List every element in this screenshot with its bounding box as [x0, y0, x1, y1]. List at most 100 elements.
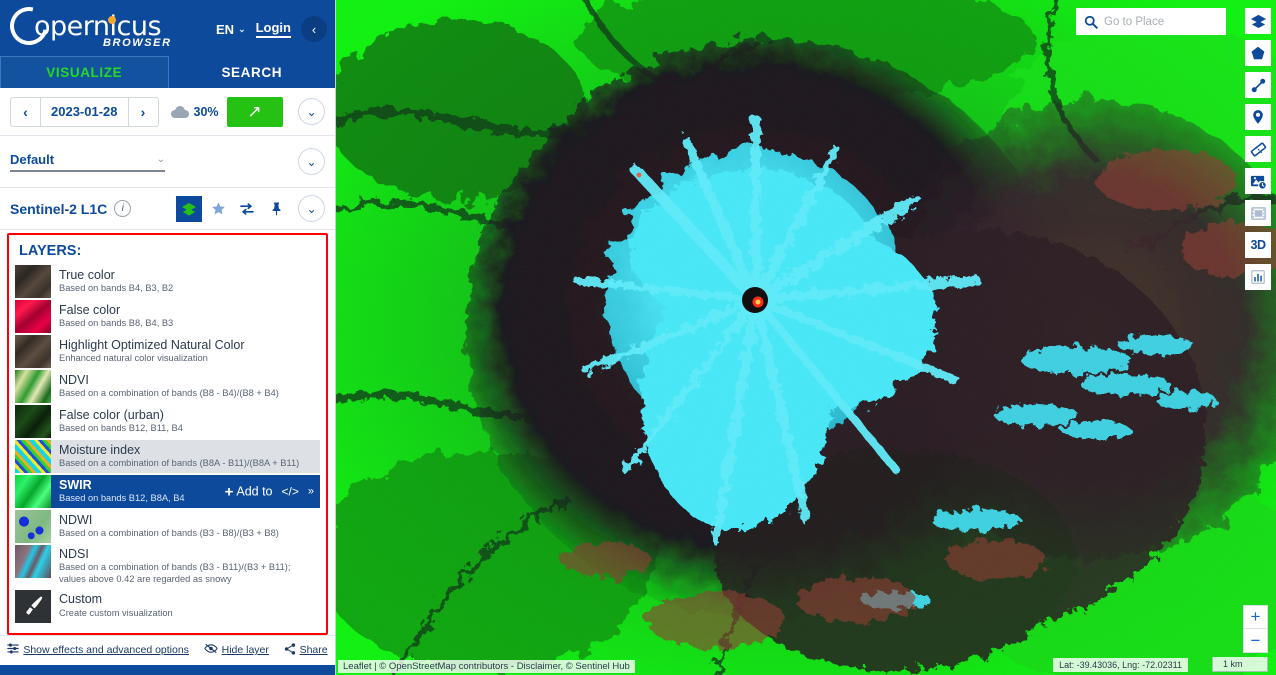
layer-description: Based on bands B4, B3, B2 — [59, 283, 174, 294]
logo-dot-icon — [108, 16, 116, 24]
layer-thumbnail — [15, 589, 51, 623]
language-selector[interactable]: EN ⌄ — [216, 22, 246, 37]
datasource-expand-button[interactable]: ⌄ — [298, 195, 325, 222]
copernicus-logo: opernicus BROWSER — [2, 0, 190, 53]
date-picker[interactable]: ‹ 2023-01-28 › — [10, 96, 159, 127]
layer-description: Enhanced natural color visualization — [59, 353, 208, 364]
tab-search[interactable]: SEARCH — [169, 56, 336, 88]
cloud-coverage[interactable]: 30% — [170, 104, 219, 119]
place-search[interactable] — [1076, 8, 1258, 35]
layer-name: True color — [59, 267, 115, 282]
compare-icon[interactable] — [234, 195, 260, 222]
zoom-out-button[interactable]: − — [1244, 629, 1267, 652]
sidebar-footer: opernicus Europe's eyes on Earth e esa A… — [0, 664, 335, 675]
previous-date-button[interactable]: ‹ — [11, 97, 41, 126]
image-download-icon[interactable] — [1245, 168, 1271, 194]
layer-thumbnail — [15, 265, 51, 298]
eye-off-icon — [203, 643, 218, 657]
hide-layer-link[interactable]: Hide layer — [203, 643, 269, 657]
double-chevron-down-icon[interactable]: » — [308, 486, 314, 498]
share-label: Share — [299, 644, 328, 657]
measure-line-icon[interactable] — [1245, 72, 1271, 98]
layer-description: Based on a combination of bands (B8 - B4… — [59, 388, 279, 399]
header-actions: EN ⌄ Login ‹ — [216, 16, 327, 42]
layer-description: Based on a combination of bands (B8A - B… — [59, 458, 300, 469]
list-item[interactable]: SWIR Based on bands B12, B8A, B4 + Add t… — [15, 475, 320, 508]
map-scale-bar: 1 km — [1212, 657, 1268, 672]
info-icon[interactable]: i — [114, 200, 132, 217]
map-viewport[interactable]: 3D + − Leaflet | © OpenStreetMap contrib… — [336, 0, 1276, 675]
layer-thumbnail — [15, 440, 51, 473]
next-date-button[interactable]: › — [127, 97, 158, 126]
login-button[interactable]: Login — [255, 20, 291, 38]
show-effects-link[interactable]: Show effects and advanced options — [7, 643, 189, 657]
theme-selected-value: Default — [10, 151, 55, 167]
layer-name: NDWI — [59, 512, 93, 527]
chevron-down-icon: ⌄ — [238, 23, 246, 34]
layer-thumbnail — [15, 545, 51, 578]
copernicus-browser-app: opernicus BROWSER EN ⌄ Login ‹ VISUALIZE… — [0, 0, 1276, 675]
layer-description: Based on bands B12, B11, B4 — [59, 423, 183, 434]
theme-row-expand-button[interactable]: ⌄ — [298, 148, 325, 175]
pin-icon[interactable] — [263, 195, 289, 222]
map-tools-toolbar: 3D — [1245, 8, 1271, 290]
layer-thumbnail — [15, 405, 51, 438]
list-item[interactable]: Highlight Optimized Natural Color Enhanc… — [15, 335, 320, 368]
add-to-label: Add to — [236, 484, 273, 499]
cursor-coordinates: Lat: -39.43036, Lng: -72.02311 — [1053, 658, 1188, 672]
theme-select[interactable]: Default ⌄ — [10, 152, 165, 172]
tab-visualize[interactable]: VISUALIZE — [0, 56, 169, 88]
collapse-sidebar-button[interactable]: ‹ — [301, 16, 327, 42]
marker-pin-icon[interactable] — [1245, 104, 1271, 130]
list-item[interactable]: Moisture index Based on a combination of… — [15, 440, 320, 473]
hide-layer-label: Hide layer — [221, 644, 269, 657]
list-item[interactable]: True color Based on bands B4, B3, B2 — [15, 265, 320, 298]
layer-name: Moisture index — [59, 442, 141, 457]
layer-name: Custom — [59, 592, 103, 607]
list-item[interactable]: NDVI Based on a combination of bands (B8… — [15, 370, 320, 403]
current-date-value[interactable]: 2023-01-28 — [41, 104, 128, 119]
list-item[interactable]: False color Based on bands B8, B4, B3 — [15, 300, 320, 333]
search-input[interactable] — [1104, 15, 1258, 28]
sidebar-action-links: Show effects and advanced options Hide l… — [0, 634, 335, 665]
show-effects-label: Show effects and advanced options — [23, 644, 189, 657]
layer-name: Highlight Optimized Natural Color — [59, 337, 245, 352]
datasource-row: Sentinel-2 L1C i ⌄ — [0, 188, 335, 230]
add-to-button[interactable]: + Add to — [225, 483, 273, 500]
open-in-new-button[interactable]: ↗ — [226, 96, 283, 127]
timelapse-icon[interactable] — [1245, 200, 1271, 226]
plus-icon: + — [224, 483, 234, 500]
share-link[interactable]: Share — [284, 643, 328, 658]
arrow-up-right-icon: ↗ — [247, 102, 262, 121]
sidebar-header: opernicus BROWSER EN ⌄ Login ‹ VISUALIZE… — [0, 0, 335, 88]
list-item[interactable]: Custom Create custom visualization — [15, 589, 320, 623]
layer-description: Based on a combination of bands (B3 - B8… — [59, 528, 279, 539]
layer-description: Create custom visualization — [59, 607, 173, 618]
list-item[interactable]: NDSI Based on a combination of bands (B3… — [15, 545, 320, 588]
star-icon[interactable] — [205, 195, 231, 222]
layers-panel-icon[interactable] — [1245, 8, 1271, 34]
list-item[interactable]: NDWI Based on a combination of bands (B3… — [15, 510, 320, 543]
map-attribution: Leaflet | © OpenStreetMap contributors -… — [338, 660, 635, 673]
layer-name: False color (urban) — [59, 407, 164, 422]
code-icon[interactable]: </> — [282, 485, 299, 499]
list-item[interactable]: False color (urban) Based on bands B12, … — [15, 405, 320, 438]
layer-name: False color — [59, 302, 121, 317]
selected-layer-actions: + Add to </> » — [225, 483, 314, 500]
layers-icon[interactable] — [176, 195, 202, 222]
cloud-icon — [170, 105, 189, 118]
datasource-action-buttons — [176, 195, 289, 222]
three-d-label: 3D — [1250, 238, 1266, 252]
zoom-in-button[interactable]: + — [1244, 606, 1267, 629]
layer-thumbnail — [15, 475, 51, 508]
layer-thumbnail — [15, 335, 51, 368]
statistics-icon[interactable] — [1245, 264, 1271, 290]
layer-thumbnail — [15, 300, 51, 333]
polygon-draw-icon[interactable] — [1245, 40, 1271, 66]
cloud-coverage-value: 30% — [193, 104, 219, 119]
datasource-name: Sentinel-2 L1C — [10, 200, 108, 217]
date-row-expand-button[interactable]: ⌄ — [298, 98, 325, 125]
ruler-icon[interactable] — [1245, 136, 1271, 162]
layers-panel: LAYERS: True color Based on bands B4, B3… — [7, 233, 328, 635]
three-d-icon[interactable]: 3D — [1245, 232, 1271, 258]
